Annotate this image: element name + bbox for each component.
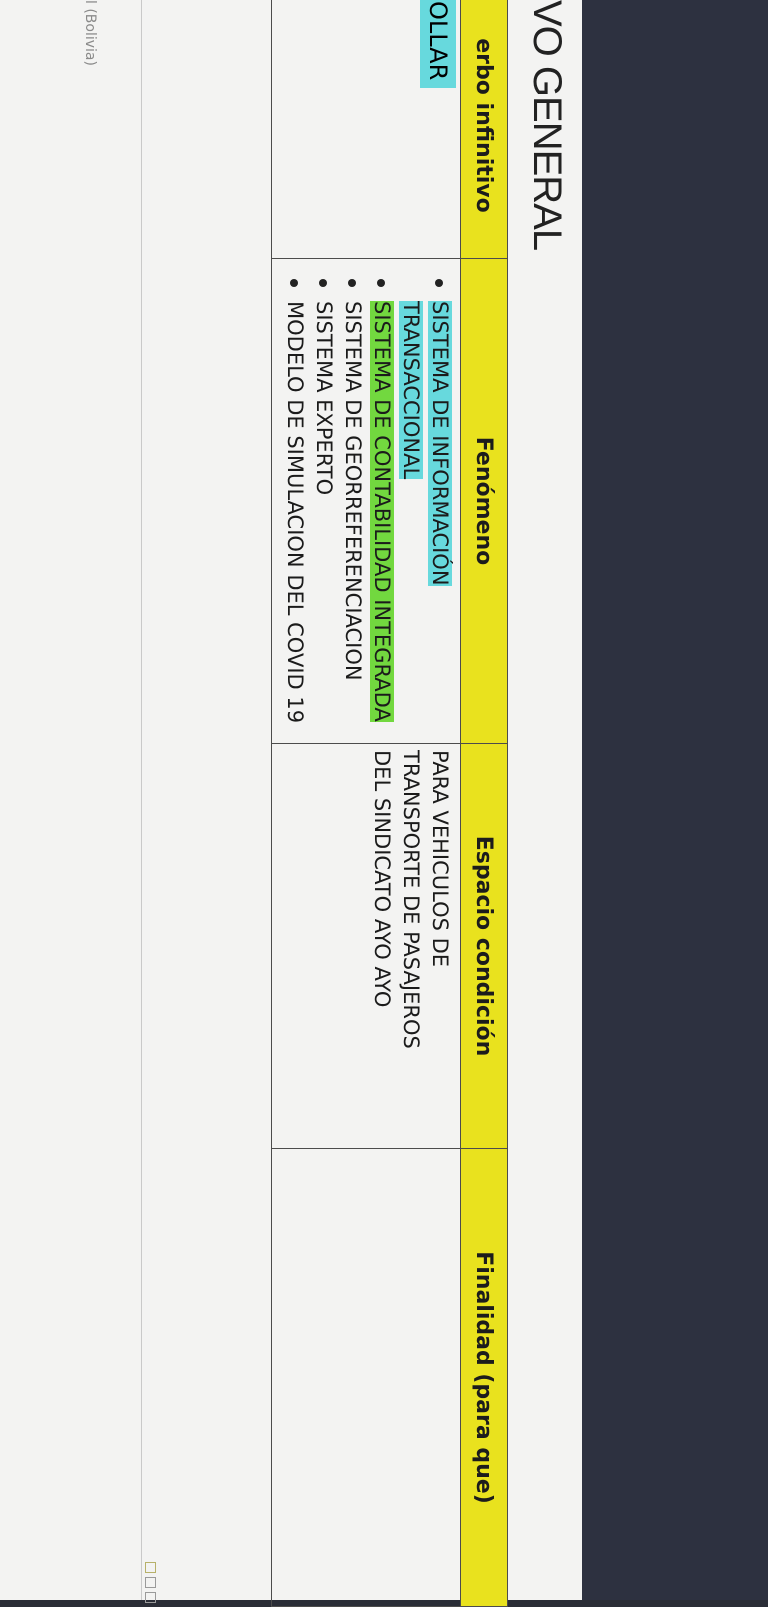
list-item: SISTEMA DE INFORMACIÓN TRANSACCIONAL	[396, 301, 454, 737]
status-bar-language: l (Bolivia)	[82, 0, 98, 66]
cell-finalidad[interactable]	[271, 1148, 461, 1607]
cell-verbo[interactable]: OLLAR	[271, 0, 461, 259]
finalidad-value	[446, 1149, 460, 1606]
fenomeno-list: SISTEMA DE INFORMACIÓN TRANSACCIONAL SIS…	[280, 265, 454, 737]
list-item: SISTEMA DE GEORREFERENCIACION	[338, 301, 367, 737]
read-mode-icon[interactable]	[145, 1577, 156, 1588]
header-verbo-infinitivo: erbo infinitivo	[460, 0, 508, 259]
page-bottom-edge	[141, 0, 142, 1600]
verbo-value: OLLAR	[420, 0, 456, 89]
highlighted-text: SISTEMA DE CONTABILIDAD INTEGRADA	[370, 301, 394, 722]
list-item: SISTEMA DE CONTABILIDAD INTEGRADA	[367, 301, 396, 737]
header-finalidad: Finalidad (para que)	[460, 1148, 508, 1607]
document-page: VO GENERAL erbo infinitivo Fenómeno Espa…	[0, 0, 582, 1607]
highlighted-text: SISTEMA DE INFORMACIÓN TRANSACCIONAL	[399, 301, 452, 586]
espacio-line: TRANSPORTE DE PASAJEROS	[399, 750, 423, 1049]
cell-fenomeno[interactable]: SISTEMA DE INFORMACIÓN TRANSACCIONAL SIS…	[271, 258, 461, 744]
web-layout-icon[interactable]	[145, 1592, 156, 1603]
list-item: SISTEMA EXPERTO	[309, 301, 338, 737]
espacio-line: DEL SINDICATO AYO AYO	[370, 750, 394, 1008]
objective-matrix-table: erbo infinitivo Fenómeno Espacio condici…	[271, 0, 508, 1607]
espacio-line: PARA VEHICULOS DE	[428, 750, 452, 968]
header-fenomeno: Fenómeno	[460, 258, 508, 744]
header-espacio-condicion: Espacio condición	[460, 743, 508, 1149]
table-row: OLLAR SISTEMA DE INFORMACIÓN TRANSACCION…	[271, 0, 461, 1607]
cell-espacio-condicion[interactable]: PARA VEHICULOS DE TRANSPORTE DE PASAJERO…	[271, 743, 461, 1149]
print-layout-icon[interactable]	[145, 1562, 156, 1573]
table-header-row: erbo infinitivo Fenómeno Espacio condici…	[460, 0, 508, 1607]
view-buttons	[145, 1562, 156, 1603]
list-item: MODELO DE SIMULACION DEL COVID 19	[280, 301, 309, 737]
section-heading: VO GENERAL	[525, 0, 569, 251]
